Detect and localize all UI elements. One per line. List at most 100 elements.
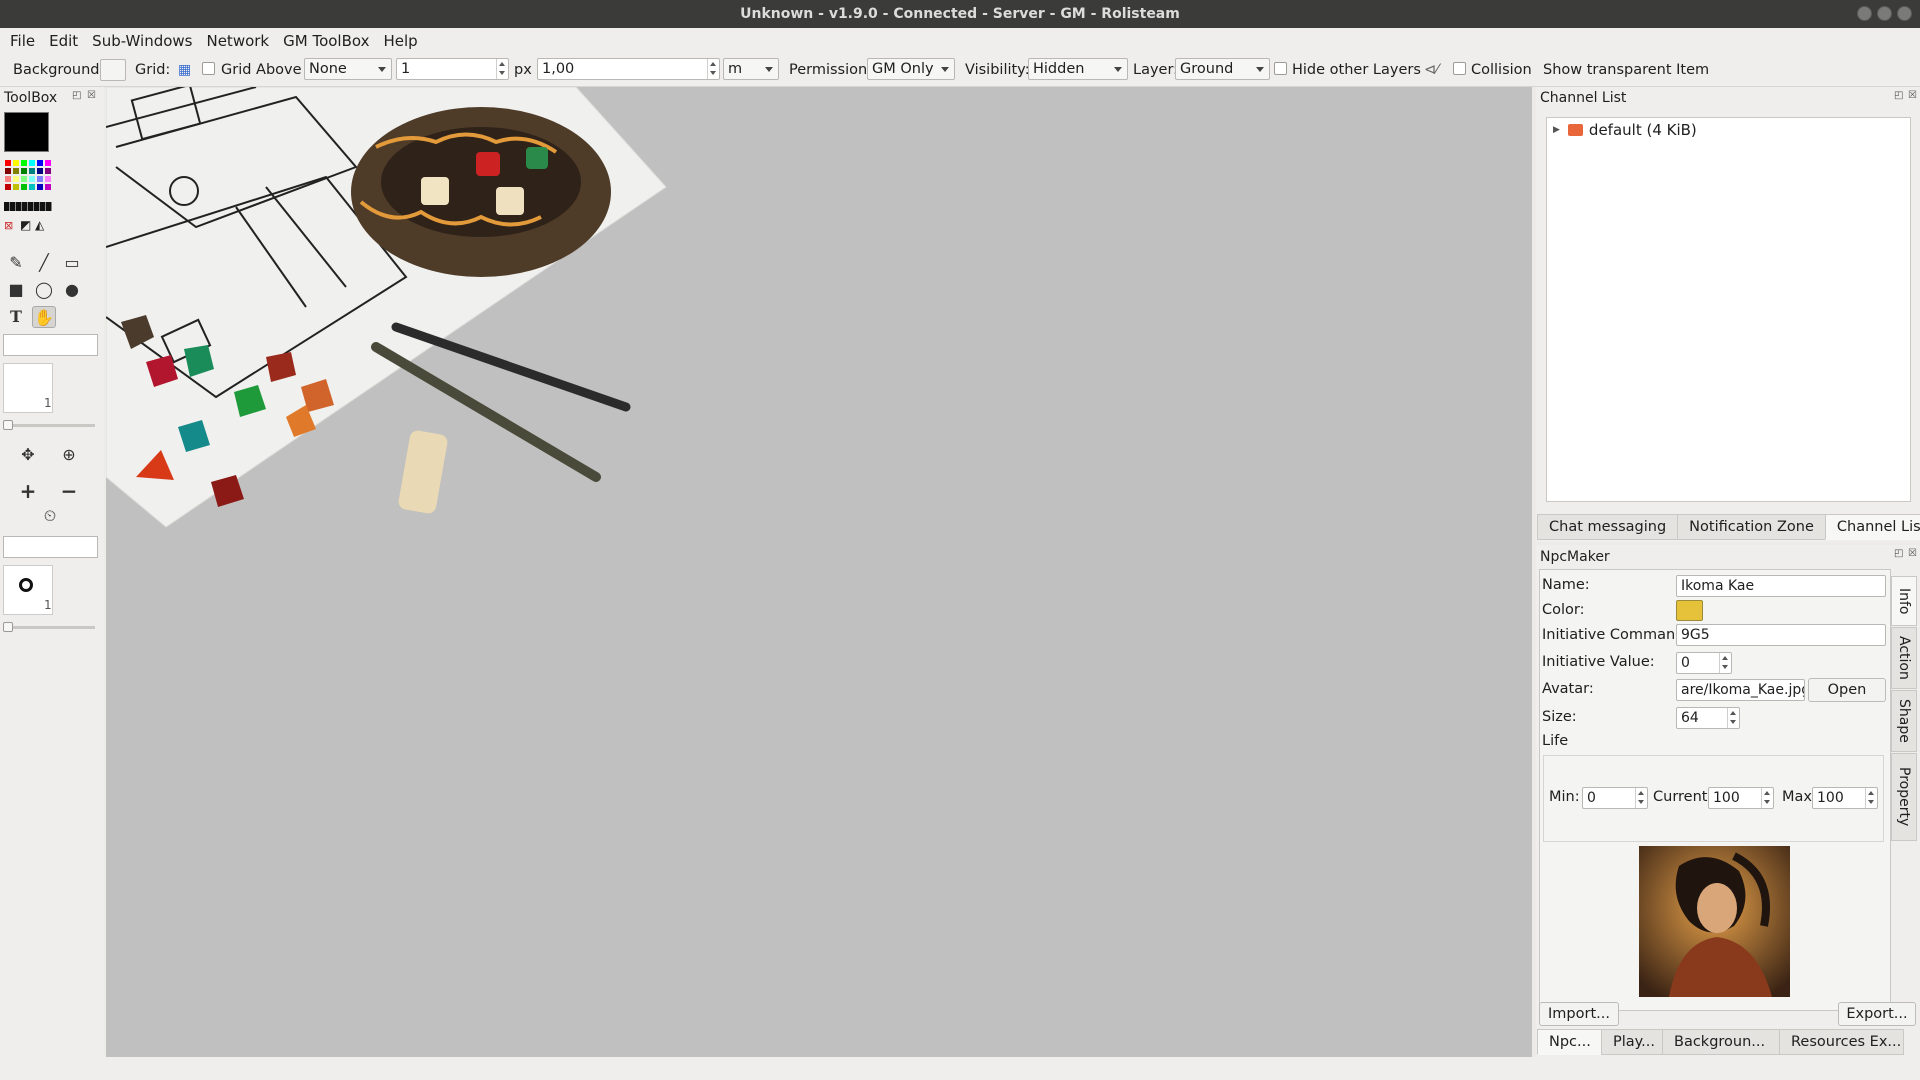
unit-select[interactable]: m [723, 58, 779, 80]
palette-swatch[interactable] [12, 159, 20, 167]
tree-item-default[interactable]: ▶ default (4 KiB) [1553, 120, 1697, 140]
name-input[interactable]: Ikoma Kae [1676, 575, 1886, 597]
menu-file[interactable]: File [10, 32, 35, 50]
palette-swatch[interactable] [44, 167, 52, 175]
grid-above-checkbox[interactable] [202, 62, 215, 75]
palette-swatch[interactable] [20, 167, 28, 175]
palette-swatch[interactable] [4, 159, 12, 167]
max-spinbox[interactable]: 100 [1812, 787, 1878, 809]
text-input[interactable] [3, 334, 98, 356]
empty-ellipse-icon[interactable]: ◯ [32, 279, 56, 301]
export-button[interactable]: Export... [1838, 1002, 1916, 1026]
menu-edit[interactable]: Edit [49, 32, 78, 50]
avatar-path-input[interactable]: are/Ikoma_Kae.jpg [1676, 679, 1805, 701]
pen-icon[interactable]: ✎ [4, 252, 28, 274]
tab-info[interactable]: Info [1891, 576, 1917, 626]
pen-size-slider[interactable] [3, 420, 95, 430]
hide-other-layers-checkbox[interactable] [1274, 62, 1287, 75]
palette-swatch[interactable] [20, 159, 28, 167]
palette-swatch[interactable] [36, 167, 44, 175]
palette-swatch[interactable] [20, 183, 28, 191]
palette-swatch[interactable] [28, 159, 36, 167]
reset-counter-icon[interactable]: ⏲ [38, 505, 62, 527]
palette-swatch[interactable] [36, 183, 44, 191]
palette-swatch[interactable] [44, 183, 52, 191]
unmask-color-icon[interactable]: ◭ [35, 218, 44, 232]
palette-swatch[interactable] [12, 175, 20, 183]
tab-background[interactable]: Backgroun... [1662, 1029, 1780, 1055]
remove-npc-icon[interactable]: − [57, 480, 81, 502]
grid-icon[interactable]: ▦ [178, 60, 191, 81]
mask-color-icon[interactable]: ◩ [20, 218, 31, 232]
tab-channel-list[interactable]: Channel List [1824, 514, 1920, 540]
palette-swatch[interactable] [36, 159, 44, 167]
text-icon[interactable]: T [4, 306, 28, 328]
dock-close-icon[interactable]: ☒ [1908, 548, 1917, 559]
filled-rectangle-icon[interactable]: ■ [4, 279, 28, 301]
hand-icon[interactable]: ✋ [32, 306, 56, 328]
initiative-value-spinbox[interactable]: 0 [1676, 652, 1732, 674]
close-button[interactable] [1897, 6, 1912, 21]
menu-sub-windows[interactable]: Sub-Windows [92, 32, 192, 50]
dock-float-icon[interactable]: ◰ [1894, 90, 1903, 101]
map-canvas[interactable] [106, 87, 1532, 1057]
npc-size-slider-handle[interactable] [3, 622, 13, 632]
grid-size-input[interactable]: 1 [396, 58, 509, 80]
import-button[interactable]: Import... [1539, 1002, 1619, 1026]
rotate-icon[interactable]: ⊕ [57, 444, 81, 466]
npc-color-button[interactable] [1676, 600, 1703, 621]
grayscale-palette[interactable] [4, 202, 52, 211]
min-spinbox[interactable]: 0 [1582, 787, 1648, 809]
line-icon[interactable]: ╱ [32, 252, 56, 274]
dock-close-icon[interactable]: ☒ [87, 90, 96, 101]
palette-swatch[interactable] [12, 167, 20, 175]
palette-swatch[interactable] [20, 175, 28, 183]
empty-rectangle-icon[interactable]: ▭ [60, 252, 84, 274]
permission-select[interactable]: GM Only [867, 58, 955, 80]
dock-float-icon[interactable]: ◰ [72, 90, 81, 101]
minimize-button[interactable] [1857, 6, 1872, 21]
maximize-button[interactable] [1877, 6, 1892, 21]
tab-notification-zone[interactable]: Notification Zone [1677, 514, 1826, 540]
initiative-command-input[interactable]: 9G5 [1676, 624, 1886, 646]
show-transparent-item-button[interactable]: Show transparent Item [1543, 60, 1709, 81]
size-spinbox[interactable]: 64 [1676, 707, 1740, 729]
menu-gm-toolbox[interactable]: GM ToolBox [283, 32, 369, 50]
palette-swatch[interactable] [28, 175, 36, 183]
palette-swatch[interactable] [4, 175, 12, 183]
menu-help[interactable]: Help [383, 32, 417, 50]
tab-players[interactable]: Play... [1601, 1029, 1663, 1055]
color-palette[interactable] [4, 159, 52, 191]
palette-swatch[interactable] [28, 183, 36, 191]
layer-select[interactable]: Ground [1175, 58, 1270, 80]
channel-tree[interactable]: ▶ default (4 KiB) [1546, 117, 1911, 502]
palette-swatch[interactable] [28, 167, 36, 175]
filled-ellipse-icon[interactable]: ● [60, 279, 84, 301]
npc-size-slider[interactable] [3, 622, 95, 632]
palette-swatch[interactable] [12, 183, 20, 191]
npc-name-input[interactable] [3, 536, 98, 558]
tab-shape[interactable]: Shape [1891, 690, 1917, 752]
current-color-swatch[interactable] [4, 112, 49, 152]
dock-close-icon[interactable]: ☒ [1908, 90, 1917, 101]
grid-pattern-select[interactable]: None [304, 58, 392, 80]
current-spinbox[interactable]: 100 [1708, 787, 1774, 809]
erase-color-icon[interactable]: ⊠ [4, 219, 13, 232]
tab-chat-messaging[interactable]: Chat messaging [1537, 514, 1679, 540]
palette-swatch[interactable] [44, 159, 52, 167]
open-avatar-button[interactable]: Open [1808, 678, 1886, 702]
move-icon[interactable]: ✥ [16, 444, 40, 466]
add-npc-icon[interactable]: + [16, 480, 40, 502]
palette-swatch[interactable] [44, 175, 52, 183]
dock-float-icon[interactable]: ◰ [1894, 548, 1903, 559]
background-color-button[interactable] [100, 59, 126, 81]
collision-checkbox[interactable] [1453, 62, 1466, 75]
expand-arrow-icon[interactable]: ▶ [1553, 125, 1560, 135]
palette-swatch[interactable] [4, 167, 12, 175]
tab-property[interactable]: Property [1891, 753, 1917, 841]
visibility-select[interactable]: Hidden [1028, 58, 1128, 80]
palette-swatch[interactable] [36, 175, 44, 183]
scale-input[interactable]: 1,00 [537, 58, 720, 80]
palette-swatch[interactable] [4, 183, 12, 191]
tab-npc[interactable]: Npc... [1537, 1029, 1602, 1055]
